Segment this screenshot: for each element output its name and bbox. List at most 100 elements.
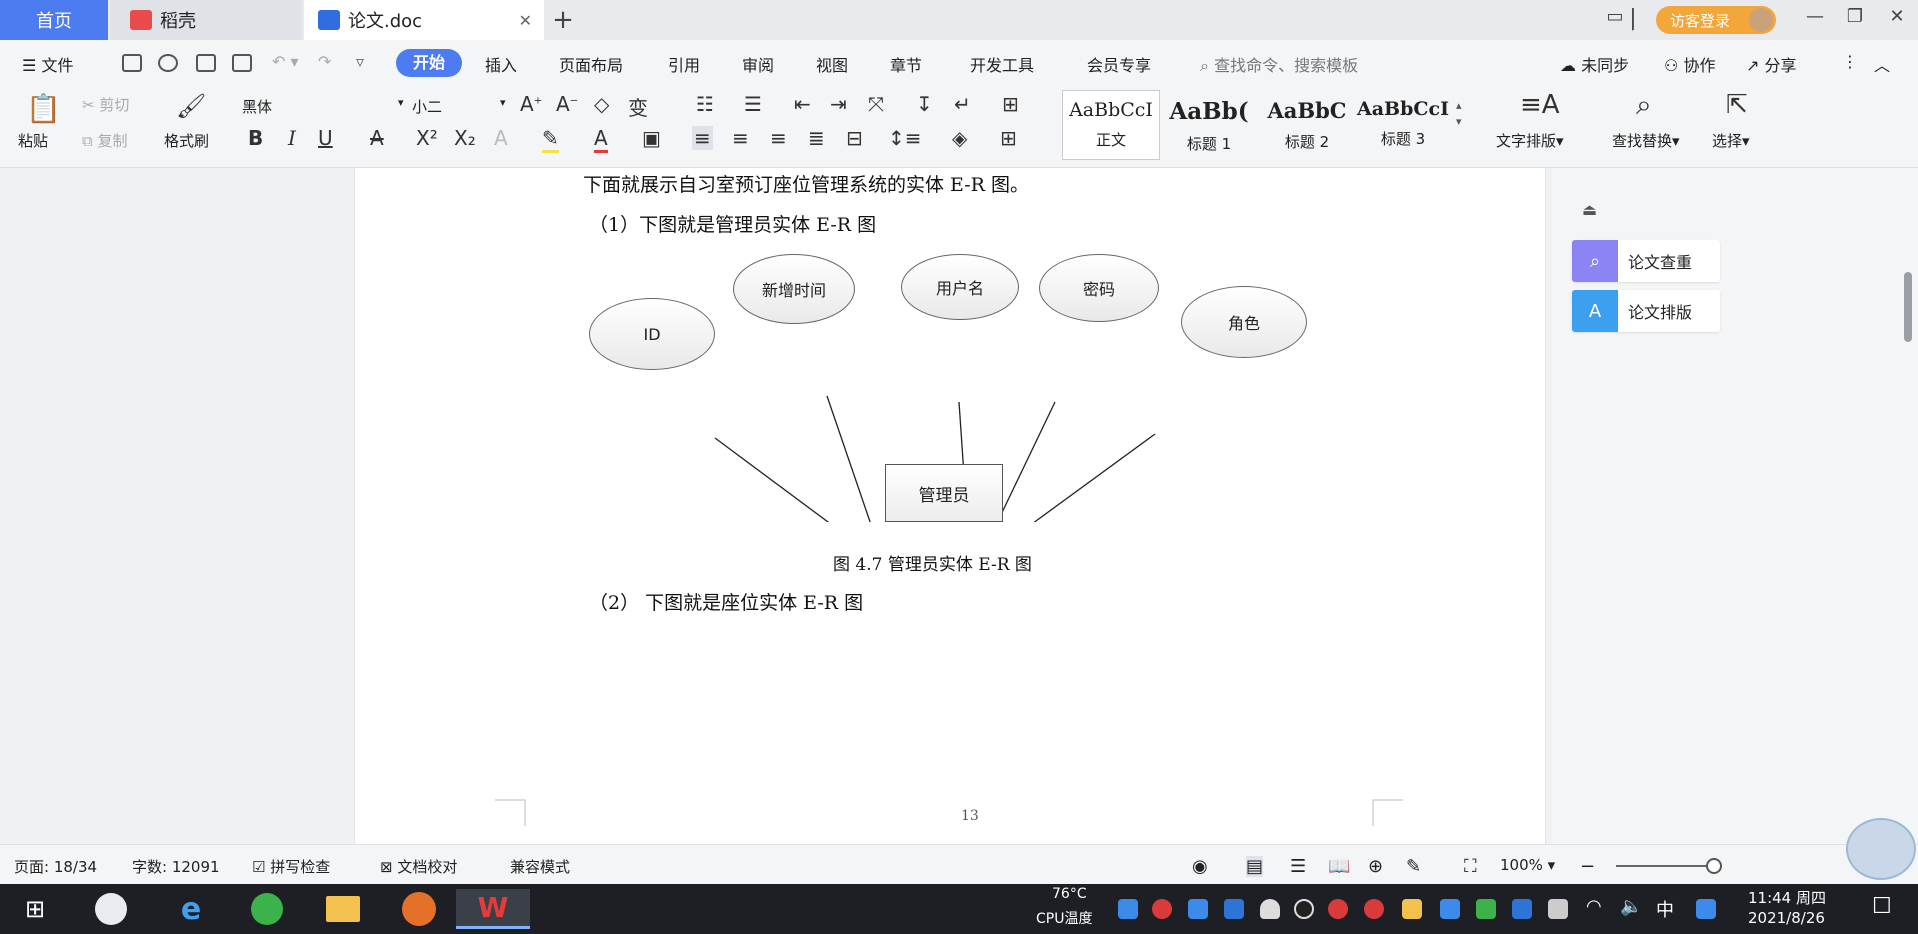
- tray-app-icon[interactable]: [1188, 899, 1208, 919]
- tray-app-icon[interactable]: [1118, 899, 1138, 919]
- zoom-slider-knob[interactable]: [1706, 858, 1722, 874]
- tab-view[interactable]: 视图: [816, 52, 848, 76]
- tab-home[interactable]: 首页: [0, 0, 108, 40]
- login-button[interactable]: 访客登录: [1656, 6, 1776, 34]
- web-view-icon[interactable]: ⊕: [1368, 856, 1383, 877]
- collaborate-button[interactable]: ⚇ 协作: [1664, 52, 1715, 76]
- copy-button[interactable]: ⧉ 复制: [82, 130, 128, 151]
- proofread-button[interactable]: ⊠ 文档校对: [380, 856, 457, 877]
- security-shield-icon[interactable]: [1224, 899, 1244, 919]
- clock-time[interactable]: 11:44 周四: [1748, 887, 1826, 908]
- text-layout-button[interactable]: 文字排版▾: [1496, 130, 1564, 151]
- tab-member[interactable]: 会员专享: [1087, 52, 1151, 76]
- numbering-icon[interactable]: ☰: [744, 92, 762, 116]
- app-360-icon[interactable]: [84, 889, 138, 929]
- fit-page-icon[interactable]: ⛶: [1464, 856, 1477, 877]
- eye-protection-icon[interactable]: ◉: [1192, 856, 1208, 877]
- tray-app-icon[interactable]: [1696, 899, 1716, 919]
- paper-layout-button[interactable]: A 论文排版: [1572, 290, 1720, 332]
- tray-app-icon[interactable]: [1328, 899, 1348, 919]
- style-normal[interactable]: AaBbCcI 正文: [1062, 90, 1160, 160]
- plagiarism-check-button[interactable]: ⌕ 论文查重: [1572, 240, 1720, 282]
- character-border-icon[interactable]: ▣: [642, 126, 661, 150]
- text-layout-icon[interactable]: ≡A: [1520, 90, 1560, 120]
- windows-start-icon[interactable]: ⊞: [8, 889, 62, 929]
- align-right-icon[interactable]: ≡: [770, 126, 787, 150]
- increase-indent-icon[interactable]: ⇥: [830, 92, 847, 116]
- clock-date[interactable]: 2021/8/26: [1748, 909, 1825, 927]
- borders-icon[interactable]: ⊞: [1000, 126, 1017, 150]
- collapse-ribbon-icon[interactable]: ︿: [1874, 52, 1890, 76]
- tab-docer[interactable]: 稻壳: [110, 0, 302, 40]
- customize-toolbar-icon[interactable]: ▿: [356, 52, 364, 71]
- new-tab-button[interactable]: +: [548, 0, 578, 40]
- more-icon[interactable]: ⋮: [1842, 52, 1858, 71]
- zoom-out-icon[interactable]: −: [1580, 856, 1595, 877]
- format-painter-button[interactable]: 格式刷: [164, 130, 209, 151]
- outline-view-icon[interactable]: ☰: [1290, 856, 1306, 877]
- page-indicator[interactable]: 页面: 18/34: [14, 856, 97, 877]
- font-size-select[interactable]: 小二 ▾: [412, 96, 506, 117]
- zoom-level[interactable]: 100% ▾: [1500, 856, 1555, 874]
- action-center-icon[interactable]: ☐: [1872, 894, 1892, 919]
- chinese-layout-icon[interactable]: ⤧: [868, 92, 884, 116]
- select-cursor-icon[interactable]: ⇱: [1726, 90, 1748, 120]
- tab-start[interactable]: 开始: [396, 49, 462, 77]
- shading-icon[interactable]: ◈: [952, 126, 967, 150]
- page-view-icon[interactable]: ▤: [1246, 856, 1264, 877]
- shrink-font-icon[interactable]: A−: [556, 92, 578, 116]
- reading-view-icon[interactable]: 📖: [1328, 856, 1350, 877]
- wps-writer-icon[interactable]: W: [456, 889, 530, 929]
- close-window-icon[interactable]: ✕: [1882, 6, 1912, 27]
- find-replace-button[interactable]: 查找替换▾: [1612, 130, 1680, 151]
- styles-scroll-icon[interactable]: ▴ ▾: [1456, 98, 1462, 130]
- font-name-select[interactable]: 黑体 ▾: [242, 96, 404, 117]
- restore-icon[interactable]: ❐: [1840, 6, 1870, 27]
- font-color-icon[interactable]: A: [594, 126, 608, 153]
- tray-app-icon[interactable]: [1364, 899, 1384, 919]
- justify-icon[interactable]: ≣: [808, 126, 825, 150]
- minimize-icon[interactable]: —: [1800, 6, 1830, 27]
- document-page[interactable]: 下面就展示自习室预订座位管理系统的实体 E-R 图。 （1）下图就是管理员实体 …: [354, 168, 1546, 844]
- tab-document[interactable]: 论文.doc ✕: [304, 0, 544, 40]
- tray-app-icon[interactable]: [1440, 899, 1460, 919]
- print-icon[interactable]: [196, 54, 216, 72]
- style-heading-1[interactable]: AaBb( 标题 1: [1160, 90, 1258, 160]
- pinyin-guide-icon[interactable]: 变: [628, 92, 648, 121]
- style-heading-3[interactable]: AaBbCcI 标题 3: [1354, 90, 1452, 160]
- volume-icon[interactable]: 🔈: [1620, 896, 1642, 917]
- notification-bell-icon[interactable]: [1260, 899, 1280, 919]
- wifi-icon[interactable]: ◠: [1586, 896, 1602, 917]
- sync-button[interactable]: ☁ 未同步: [1560, 52, 1629, 76]
- tab-page-layout[interactable]: 页面布局: [559, 52, 623, 76]
- line-spacing-icon[interactable]: ↕≡: [888, 126, 922, 150]
- format-painter-icon[interactable]: 🖌: [176, 92, 206, 120]
- tab-insert[interactable]: 插入: [485, 52, 517, 76]
- strikethrough-icon[interactable]: A: [370, 126, 384, 150]
- undo-icon[interactable]: ↶ ▾: [272, 52, 299, 71]
- redo-icon[interactable]: ↷: [318, 52, 331, 71]
- clear-format-icon[interactable]: ◇: [594, 92, 609, 116]
- save-icon[interactable]: [122, 54, 142, 72]
- ie-browser-icon[interactable]: e: [164, 889, 218, 929]
- grow-font-icon[interactable]: A+: [520, 92, 542, 116]
- underline-icon[interactable]: U: [318, 126, 333, 150]
- superscript-icon[interactable]: X²: [416, 126, 438, 150]
- zoom-slider[interactable]: [1616, 865, 1716, 867]
- bullets-icon[interactable]: ☷: [696, 92, 714, 116]
- print-preview-icon[interactable]: [232, 54, 252, 72]
- subscript-icon[interactable]: X₂: [454, 126, 476, 150]
- share-button[interactable]: ↗ 分享: [1746, 52, 1797, 76]
- input-method[interactable]: 中: [1656, 896, 1674, 922]
- tab-references[interactable]: 引用: [668, 52, 700, 76]
- find-icon[interactable]: ⌕: [1636, 88, 1652, 122]
- vertical-scrollbar[interactable]: [1898, 168, 1918, 844]
- nvidia-icon[interactable]: [1476, 899, 1496, 919]
- file-menu[interactable]: ☰ 文件: [22, 52, 73, 76]
- style-heading-2[interactable]: AaBbC 标题 2: [1258, 90, 1356, 160]
- qq-icon[interactable]: [1294, 899, 1314, 919]
- show-marks-icon[interactable]: ↵: [954, 92, 971, 116]
- command-search[interactable]: ⌕ 查找命令、搜索模板: [1200, 52, 1358, 76]
- spellcheck-button[interactable]: ☑ 拼写检查: [252, 856, 330, 877]
- highlight-icon[interactable]: ✎: [542, 126, 559, 153]
